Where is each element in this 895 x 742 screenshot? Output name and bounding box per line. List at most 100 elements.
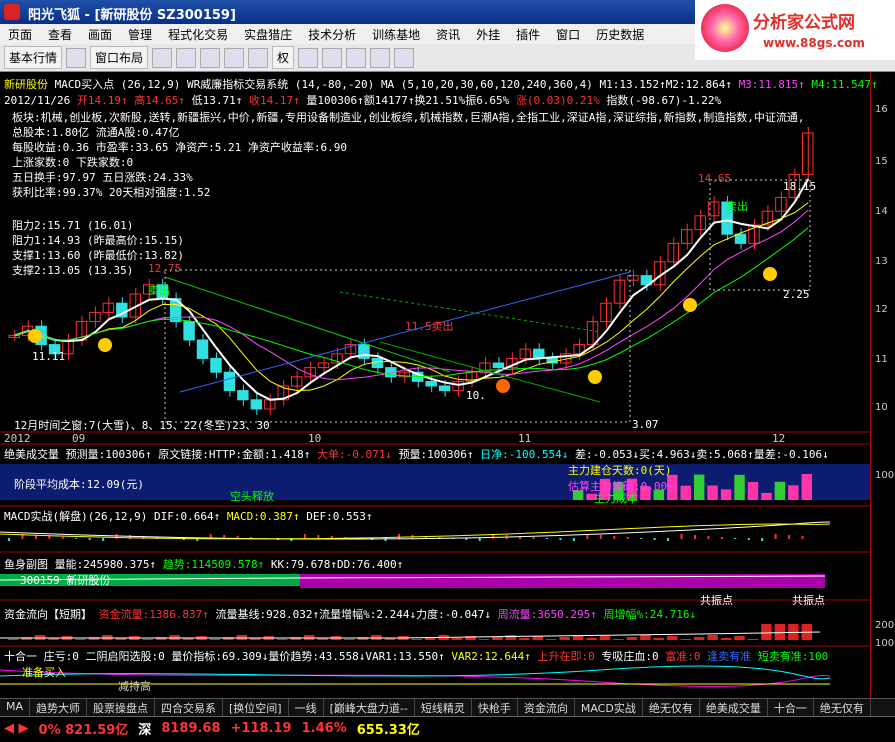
status-sz-label: 深	[138, 722, 152, 738]
tab[interactable]: 资金流向	[518, 699, 575, 716]
folder-icon[interactable]	[152, 47, 173, 68]
menu-item[interactable]: 查看	[40, 26, 80, 43]
y-tick: 10	[875, 402, 888, 413]
flow-amount: 资金流量:1386.837↑	[98, 608, 209, 621]
window-layout-button[interactable]: 窗口布局	[90, 46, 149, 69]
tab[interactable]: 四合交易系	[155, 699, 224, 716]
macd-value: MACD:0.387↑	[226, 510, 300, 523]
volume-bar	[734, 474, 745, 500]
bar-icon[interactable]	[322, 47, 343, 68]
menu-item[interactable]: 外挂	[468, 26, 508, 43]
quote-date: 2012/11/26	[4, 94, 71, 107]
volume-bar	[747, 482, 759, 500]
macd-bar	[572, 538, 575, 541]
status-arrow-icon[interactable]: ◀ ▶	[4, 721, 29, 736]
basic-quote-button[interactable]: 基本行情	[4, 46, 63, 69]
quote-close: 收14.17↑	[248, 94, 300, 107]
x-tick: 11	[518, 432, 532, 445]
flow-bar	[559, 637, 570, 640]
y-tick: 11	[875, 354, 888, 365]
tab[interactable]: MACD实战	[575, 699, 643, 716]
tab[interactable]: 短线精灵	[415, 699, 472, 716]
tab[interactable]: 绝无仅有	[814, 699, 871, 716]
tab[interactable]: [巅峰大盘力道--	[324, 699, 415, 716]
y-axis: 16 15 14 13 12 11 10 1000 2000 1000	[870, 72, 895, 712]
ma-label: MA (5,10,20,30,60,120,240,360,4)	[380, 78, 593, 91]
menu-item[interactable]: 窗口	[548, 26, 588, 43]
tio-var2: VAR2:12.644↑	[451, 650, 531, 663]
tab[interactable]: 绝无仅有	[643, 699, 700, 716]
flow-bar	[277, 639, 288, 640]
macd-bar	[61, 537, 64, 539]
move-icon[interactable]	[224, 47, 245, 68]
macd-title: MACD实战(解盘)(26,12,9) DIF:0.664↑	[4, 510, 221, 523]
volume-panel-header: 绝美成交量 预测量:100306↑ 原文链接:HTTP:金额:1.418↑ 大单…	[4, 446, 829, 462]
flow-bar	[344, 639, 355, 640]
menu-item[interactable]: 插件	[508, 26, 548, 43]
print-icon[interactable]	[66, 47, 87, 68]
macd-bar	[761, 538, 764, 541]
tab[interactable]: 十合一	[768, 699, 814, 716]
tab[interactable]: 股票操盘点	[87, 699, 156, 716]
fish-title: 鱼身副图 量能:245980.375↑	[4, 558, 157, 571]
brand-url: www.88gs.com	[763, 36, 865, 50]
zoom-out-icon[interactable]	[200, 47, 221, 68]
tab[interactable]: 一线	[289, 699, 324, 716]
macd-bar	[48, 536, 51, 539]
flow-bar	[75, 639, 86, 640]
tab[interactable]: [换位空间]	[223, 699, 289, 716]
menu-item[interactable]: 画面	[80, 26, 120, 43]
menu-item[interactable]: 管理	[120, 26, 160, 43]
rights-button[interactable]: 权	[272, 46, 295, 69]
sell-label: 卖出	[148, 284, 170, 297]
y-tick: 13	[875, 256, 888, 267]
volume-bar	[693, 474, 705, 500]
menu-item[interactable]: 资讯	[428, 26, 468, 43]
tab[interactable]: 绝美成交量	[700, 699, 768, 716]
x-tick: 12	[772, 432, 786, 445]
fish-panel-header: 鱼身副图 量能:245980.375↑ 趋势:114509.578↑ KK:79…	[4, 556, 403, 572]
tio-rich: 富准:0	[665, 650, 701, 663]
y-tick: 1000	[875, 638, 895, 649]
wr-label: WR威廉指标交易系统 (14,-80,-20)	[186, 78, 375, 91]
candle	[196, 339, 209, 359]
menu-item[interactable]: 技术分析	[300, 26, 364, 43]
stock-name: 新研股份	[4, 78, 48, 91]
chart-icon[interactable]	[298, 47, 319, 68]
quote-index: 指数(-98.67)-1.22%	[606, 94, 722, 107]
flow-bar	[546, 639, 557, 640]
grid-icon[interactable]	[248, 47, 269, 68]
tab[interactable]: 快枪手	[472, 699, 518, 716]
zoom-in-icon[interactable]	[176, 47, 197, 68]
flow-bar	[747, 639, 759, 640]
volume-bar	[761, 492, 772, 500]
calculator-icon[interactable]	[394, 47, 415, 68]
level-line: 支撑1:13.60 (昨最低价:13.82)	[12, 249, 184, 262]
y-tick: 14	[875, 206, 888, 217]
fish-kk: KK:79.678↑DD:76.400↑	[270, 558, 404, 571]
fund-line: 上涨家数:0 下跌家数:0	[12, 156, 134, 169]
macd-bar	[720, 537, 723, 539]
macd-bar	[774, 534, 777, 539]
flow-bar	[492, 637, 503, 640]
tio-sell: 逢卖有准	[707, 650, 752, 663]
flow-bar	[8, 639, 19, 640]
menu-item[interactable]: 训练基地	[364, 26, 428, 43]
candle	[492, 362, 505, 369]
sell-label: 11.5卖出	[405, 320, 454, 333]
menu-item[interactable]: 页面	[0, 26, 40, 43]
drop-icon[interactable]	[346, 47, 367, 68]
macd-bar	[613, 536, 616, 539]
tab-ma[interactable]: MA	[0, 699, 31, 716]
volume-bar	[774, 481, 786, 500]
flow-bar	[653, 638, 665, 640]
camera-icon[interactable]	[370, 47, 391, 68]
tab[interactable]: 趋势大师	[30, 699, 88, 716]
menu-item[interactable]: 程式化交易	[160, 26, 236, 43]
flow-bar	[693, 637, 705, 640]
menu-item[interactable]: 实盘猎庄	[236, 26, 300, 43]
macd-bar	[129, 535, 132, 539]
flow-bar	[451, 638, 463, 640]
menu-item[interactable]: 历史数据	[588, 26, 652, 43]
build-days: 主力建仓天数:0(天)	[568, 464, 672, 477]
